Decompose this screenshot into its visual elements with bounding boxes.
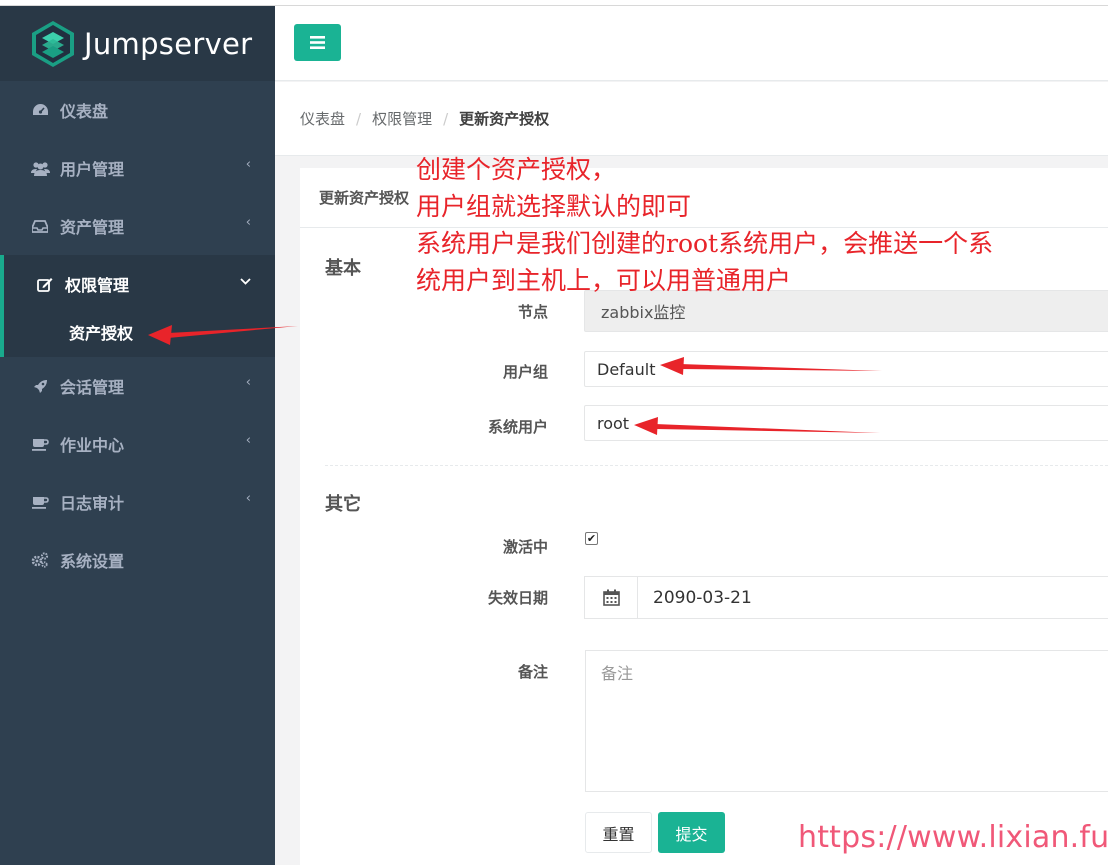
inbox-icon [30,216,50,236]
breadcrumb: 仪表盘 / 权限管理 / 更新资产授权 [275,82,1108,156]
breadcrumb-item-permissions[interactable]: 权限管理 [372,108,432,129]
system-user-value: root [597,413,630,433]
breadcrumb-item-dashboard[interactable]: 仪表盘 [300,108,345,129]
user-group-value: Default [597,359,656,379]
active-checkbox[interactable]: ✔ [585,532,598,545]
sidebar-item-label: 权限管理 [65,276,130,295]
expire-date-label: 失效日期 [487,589,548,607]
sidebar-subitem-asset-permission[interactable]: 资产授权 [4,307,275,357]
section-title-other: 其它 [325,494,361,515]
annotation-line: 创建个资产授权， [416,155,617,184]
chevron-left-icon: ‹ [245,157,251,172]
sidebar: Jumpserver 仪表盘 用户管理 ‹ 资产管理 ‹ 权限管理 资产授权 会… [0,6,275,865]
annotation-line: 统用户到主机上，可以用普通用户 [416,266,792,295]
logo-area[interactable]: Jumpserver [0,6,275,81]
section-divider [325,465,1108,466]
sidebar-item-users[interactable]: 用户管理 ‹ [0,139,275,197]
breadcrumb-current: 更新资产授权 [459,110,550,128]
sidebar-item-assets[interactable]: 资产管理 ‹ [0,197,275,255]
sidebar-item-jobs[interactable]: 作业中心 ‹ [0,415,275,473]
node-value: zabbix监控 [601,303,686,322]
sidebar-item-dashboard[interactable]: 仪表盘 [0,81,275,139]
sidebar-item-label: 仪表盘 [60,102,109,121]
logo-text: Jumpserver [84,26,253,61]
breadcrumb-separator: / [443,109,449,128]
calendar-addon[interactable] [585,577,638,618]
system-user-select[interactable]: root [584,405,1108,441]
chevron-left-icon: ‹ [245,215,251,230]
comment-textarea[interactable]: 备注 [585,650,1108,792]
expire-date-group[interactable]: 2090-03-21 [584,576,1108,619]
menu-icon [310,36,325,49]
jumpserver-logo-icon [32,20,74,67]
watermark-url: https://www.lixian.fun [798,820,1108,855]
submit-button[interactable]: 提交 [658,812,725,853]
sidebar-item-label: 用户管理 [60,160,125,179]
coffee-icon [30,492,50,512]
chevron-down-icon [240,274,251,289]
users-icon [30,158,50,178]
reset-button[interactable]: 重置 [585,812,652,853]
rocket-icon [30,376,50,396]
sidebar-item-audit[interactable]: 日志审计 ‹ [0,473,275,531]
user-group-select[interactable]: Default [584,351,1108,387]
expire-date-input[interactable]: 2090-03-21 [638,577,1108,618]
section-title-basic: 基本 [325,258,361,279]
coffee-icon [30,434,50,454]
system-user-label: 系统用户 [487,418,548,436]
comment-label: 备注 [517,663,548,681]
sidebar-item-permissions[interactable]: 权限管理 资产授权 [0,255,275,357]
sidebar-toggle-button[interactable] [294,24,341,61]
sidebar-item-label: 作业中心 [60,436,125,455]
sidebar-item-label: 系统设置 [60,552,125,571]
sidebar-item-label: 资产管理 [60,218,125,237]
breadcrumb-separator: / [356,109,362,128]
user-group-label: 用户组 [502,363,548,381]
chevron-left-icon: ‹ [245,375,251,390]
sidebar-item-permissions-head[interactable]: 权限管理 [4,255,275,313]
chevron-left-icon: ‹ [245,491,251,506]
active-label: 激活中 [502,538,548,556]
checkmark-icon: ✔ [586,532,597,545]
top-navbar [275,6,1108,81]
sidebar-item-settings[interactable]: 系统设置 [0,531,275,589]
node-label: 节点 [517,303,548,321]
comment-placeholder: 备注 [601,664,634,683]
dashboard-icon [30,100,50,120]
edit-icon [35,274,55,294]
sidebar-subitem-label: 资产授权 [69,324,134,343]
sidebar-item-label: 会话管理 [60,378,125,397]
annotation-line: 系统用户是我们创建的root系统用户，会推送一个系 [416,229,994,258]
cogs-icon [30,550,50,570]
calendar-icon [602,589,620,606]
annotation-text: 创建个资产授权， 用户组就选择默认的即可 系统用户是我们创建的root系统用户，… [416,152,1108,300]
sidebar-nav: 仪表盘 用户管理 ‹ 资产管理 ‹ 权限管理 资产授权 会话管理 ‹ 作业中心 … [0,81,275,589]
sidebar-item-sessions[interactable]: 会话管理 ‹ [0,357,275,415]
chevron-left-icon: ‹ [245,433,251,448]
annotation-line: 用户组就选择默认的即可 [416,192,692,221]
sidebar-item-label: 日志审计 [60,494,125,513]
